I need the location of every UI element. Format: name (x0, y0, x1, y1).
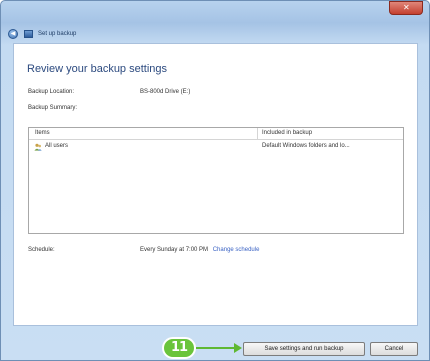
close-button[interactable] (389, 1, 423, 15)
column-header-items[interactable]: Items (35, 130, 50, 136)
schedule-value-line: Every Sunday at 7:00 PM Change schedule (140, 247, 259, 253)
column-header-included[interactable]: Included in backup (262, 130, 312, 136)
schedule-label: Schedule: (28, 247, 55, 253)
table-header: Items Included in backup (29, 128, 403, 140)
backup-summary-label: Backup Summary: (28, 105, 78, 111)
window-title: Set up backup (38, 31, 77, 37)
backup-summary-table: Items Included in backup All users Defau… (28, 127, 404, 234)
cancel-button[interactable]: Cancel (370, 342, 418, 356)
backup-wizard-window: ◀ Set up backup Review your backup setti… (0, 0, 430, 361)
backup-location-label: Backup Location: (28, 89, 75, 95)
column-divider (257, 128, 258, 139)
wizard-nav: ◀ Set up backup (8, 29, 76, 39)
backup-wizard-icon (24, 30, 33, 38)
save-and-run-backup-button[interactable]: Save settings and run backup (243, 342, 365, 356)
row-item-name: All users (45, 143, 69, 149)
change-schedule-link[interactable]: Change schedule (213, 247, 260, 253)
schedule-value: Every Sunday at 7:00 PM (140, 247, 209, 253)
page-heading: Review your backup settings (27, 63, 168, 75)
callout-arrow-line (196, 347, 236, 349)
callout-arrow-icon (234, 343, 242, 353)
step-callout-badge: 11 (162, 337, 196, 359)
row-included-value: Default Windows folders and lo... (262, 143, 350, 149)
backup-location-value: BS-800d Drive (E:) (140, 89, 191, 95)
users-icon (34, 143, 42, 151)
back-arrow-icon[interactable]: ◀ (8, 29, 18, 39)
title-bar: ◀ Set up backup (1, 1, 429, 45)
